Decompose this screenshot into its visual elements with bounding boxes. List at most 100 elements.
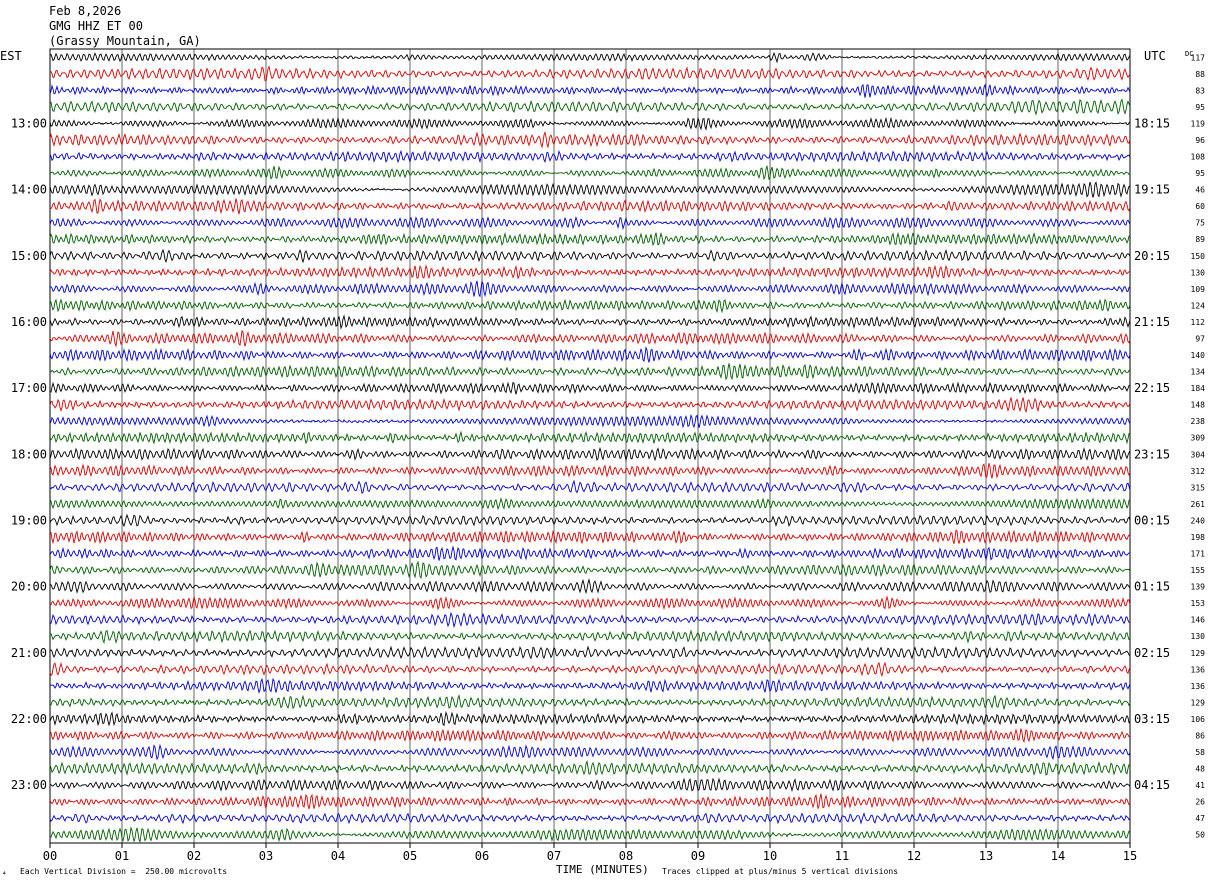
dc-offset-label: 136 [1191,665,1206,674]
dc-offset-label: 86 [1195,731,1205,740]
x-tick-label: 03 [259,849,273,863]
seismic-trace [49,181,1131,198]
seismic-trace [49,65,1131,82]
dc-offset-label: 238 [1191,417,1206,426]
x-axis-title: TIME (MINUTES) [556,863,649,876]
seismic-trace [49,381,1131,395]
seismic-trace [49,479,1131,495]
seismic-trace [49,728,1131,743]
x-tick-label: 05 [403,849,417,863]
dc-offset-label: 129 [1191,698,1206,707]
seismic-trace [49,149,1131,164]
seismic-trace [49,611,1131,629]
est-hour-label: 17:00 [11,381,47,395]
seismic-trace [49,298,1131,314]
seismic-trace [49,578,1131,595]
corner-mark: ⁴ [2,870,7,879]
dc-offset-label: 46 [1195,186,1205,195]
seismic-trace [49,51,1131,64]
dc-offset-label: 58 [1195,748,1205,757]
seismic-trace [49,661,1131,678]
utc-hour-label: 22:15 [1134,381,1170,395]
seismic-trace [49,710,1131,727]
seismic-trace [49,264,1131,280]
x-tick-label: 00 [43,849,57,863]
dc-offset-label: 108 [1191,153,1206,162]
dc-offset-label: 47 [1195,814,1205,823]
dc-offset-label: 95 [1195,103,1205,112]
seismic-trace [49,280,1131,298]
seismic-trace [49,116,1131,131]
dc-offset-label: 129 [1191,649,1206,658]
seismic-trace [49,413,1131,429]
dc-offset-label: 148 [1191,401,1206,410]
dc-offset-label: 130 [1191,632,1206,641]
seismic-trace [49,430,1131,445]
dc-offset-label: 119 [1191,119,1206,128]
dc-offset-label: 50 [1195,831,1205,840]
seismic-trace [49,198,1131,215]
seismic-trace [49,446,1131,462]
est-hour-label: 19:00 [11,513,47,527]
seismic-trace [49,513,1131,528]
x-tick-label: 15 [1123,849,1137,863]
seismic-trace [49,693,1131,711]
dc-offset-label: 26 [1195,798,1205,807]
dc-offset-label: 136 [1191,682,1206,691]
seismic-trace [49,529,1131,545]
seismogram-chart: 00 01 02 03 04 05 06 07 08 09 10 11 12 13 14 15 117 88 83 9… [0,0,1210,886]
dc-offset-label: 261 [1191,500,1206,509]
seismic-trace [49,314,1131,330]
dc-offset-label: 153 [1191,599,1206,608]
seismic-trace [49,560,1131,580]
x-tick-label: 06 [475,849,489,863]
dc-offset-label: 139 [1191,583,1206,592]
est-hour-label: 23:00 [11,778,47,792]
dc-offset-label: 146 [1191,616,1206,625]
seismic-trace [49,545,1131,562]
utc-hour-label: 02:15 [1134,646,1170,660]
utc-hour-label: 18:15 [1134,116,1170,130]
est-hour-label: 18:00 [11,447,47,461]
seismic-trace [49,793,1131,810]
dc-offset-label: 48 [1195,765,1205,774]
seismic-trace [49,595,1131,611]
x-tick-label: 10 [763,849,777,863]
dc-offset-label: 96 [1195,136,1205,145]
seismic-trace [49,629,1131,645]
seismic-trace [49,248,1131,264]
utc-hour-label: 23:15 [1134,447,1170,461]
dc-offset-label: 134 [1191,368,1206,377]
dc-offset-label: 97 [1195,334,1205,343]
seismic-trace [49,98,1131,116]
seismic-trace [49,677,1131,694]
x-tick-label: 08 [619,849,633,863]
dc-offset-label: 150 [1191,252,1206,261]
dc-offset-label: 75 [1195,219,1205,228]
utc-hour-label: 04:15 [1134,778,1170,792]
grid-lines [49,48,1131,848]
x-tick-label: 13 [979,849,993,863]
seismic-trace [49,759,1131,776]
utc-hour-label: 00:15 [1134,513,1170,527]
est-hour-label: 16:00 [11,315,47,329]
dc-offset-label: 240 [1191,516,1206,525]
dc-offset-label: 83 [1195,86,1205,95]
x-tick-label: 12 [907,849,921,863]
x-tick-label: 11 [835,849,849,863]
est-hour-label: 15:00 [11,249,47,263]
dc-offset-label: 184 [1191,384,1206,393]
est-zone-label: EST [0,49,22,63]
est-hour-label: 14:00 [11,183,47,197]
dc-column-label: DC [1185,50,1193,58]
seismic-trace [49,130,1131,149]
dc-offset-label: 41 [1195,781,1205,790]
utc-zone-label: UTC [1144,49,1166,63]
seismic-trace [49,231,1131,247]
seismic-trace [49,363,1131,381]
x-tick-label: 02 [187,849,201,863]
x-tick-label: 14 [1051,849,1065,863]
seismic-trace [49,497,1131,511]
est-hour-label: 13:00 [11,116,47,130]
seismic-trace [49,216,1131,231]
